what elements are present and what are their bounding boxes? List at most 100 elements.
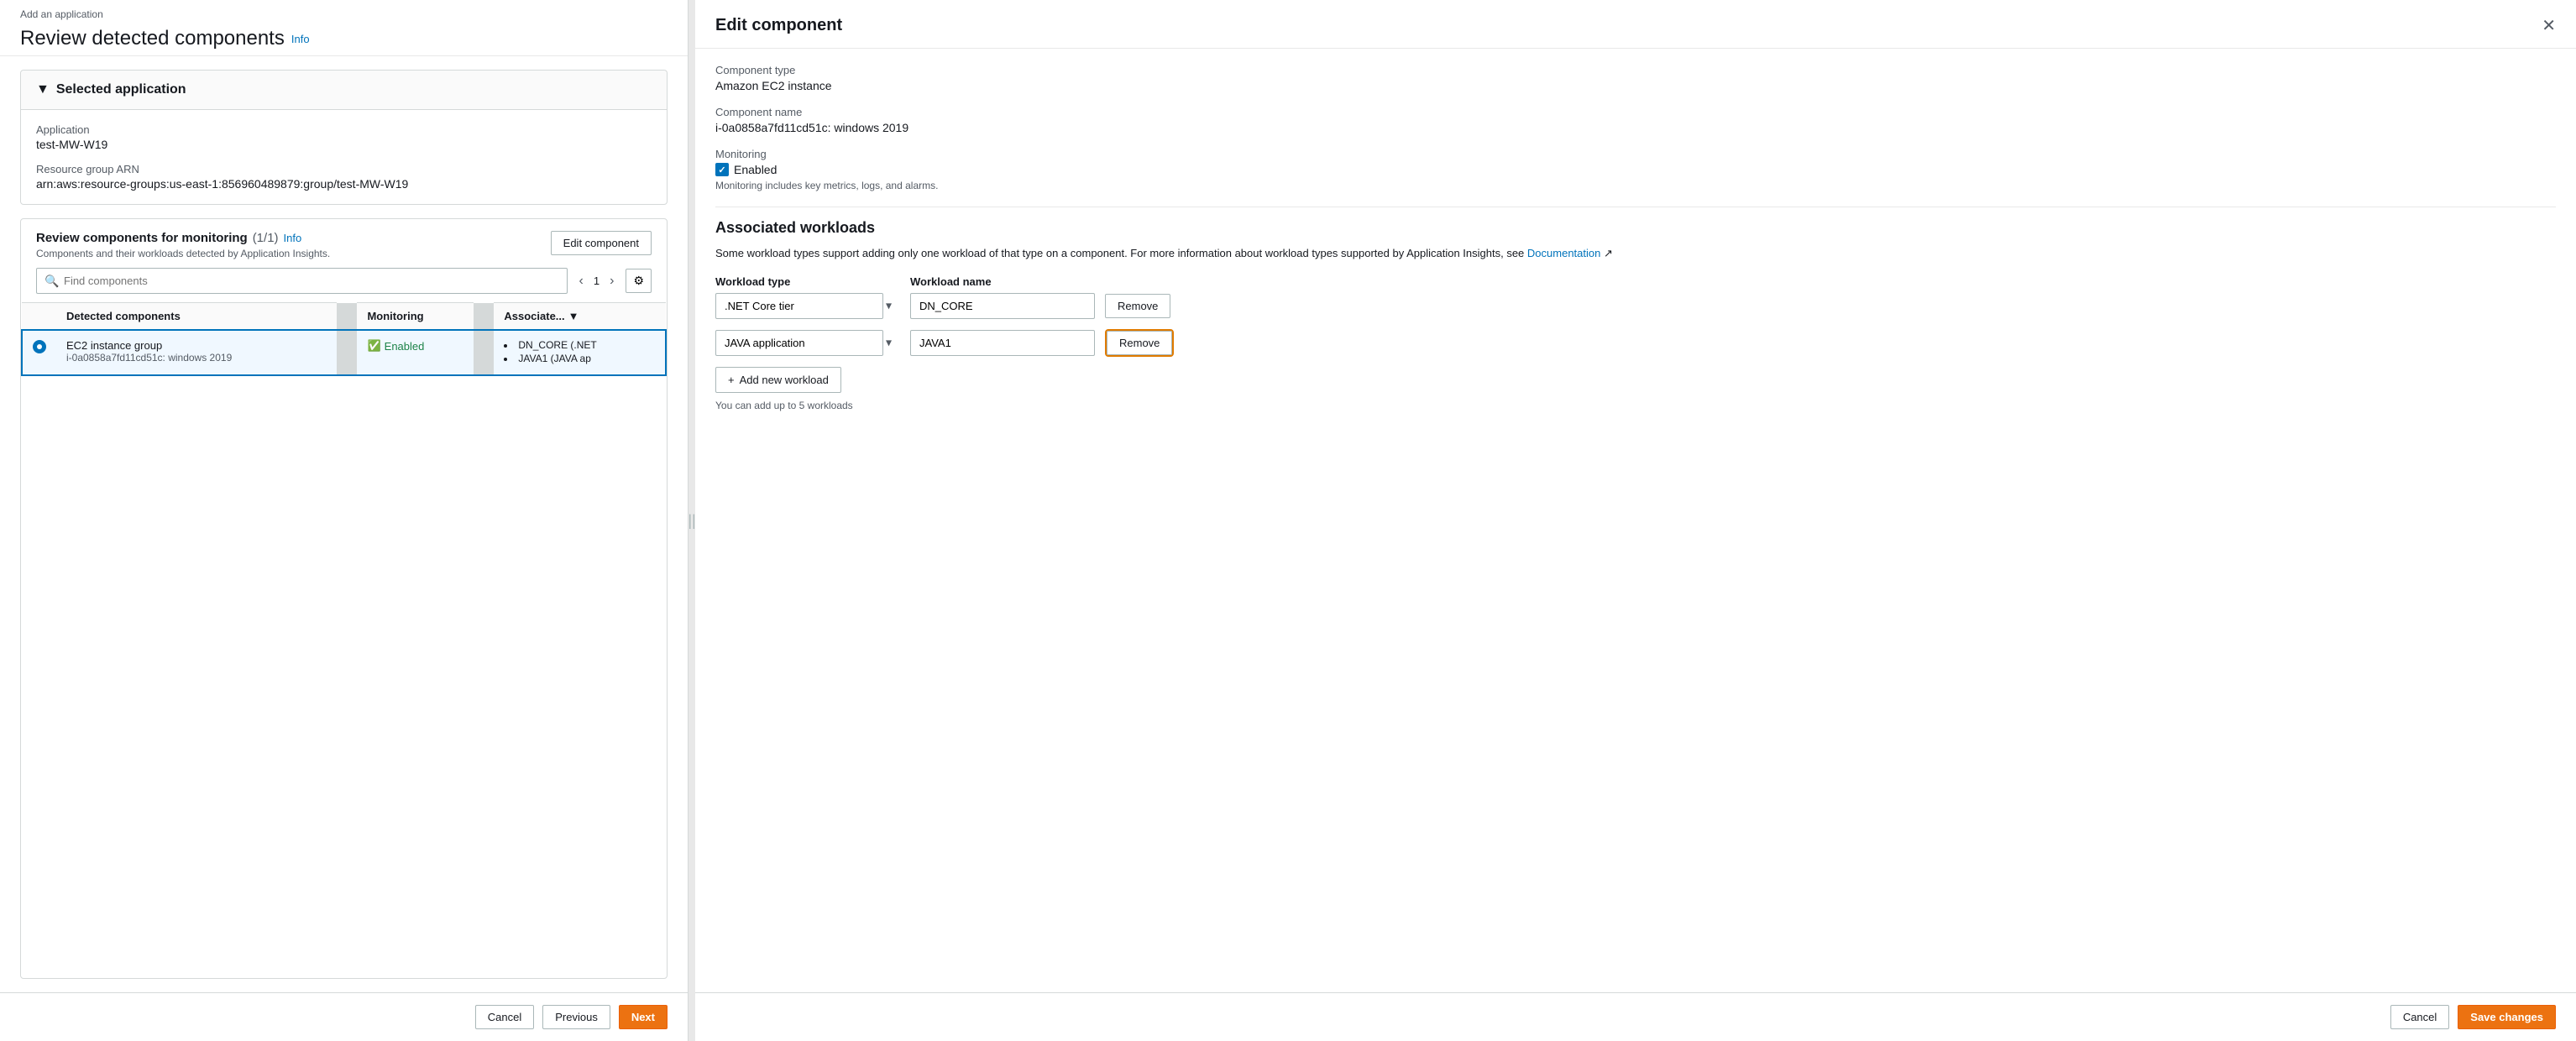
col-radio [22, 303, 56, 331]
list-item: JAVA1 (JAVA ap [504, 353, 655, 364]
right-cancel-button[interactable]: Cancel [2390, 1005, 2449, 1029]
external-link-icon: ↗ [1604, 247, 1613, 259]
workload-type-select-wrapper-2: .NET Core tier JAVA application SQL Serv… [715, 330, 900, 356]
workload-name-input-2[interactable] [910, 330, 1095, 356]
col-detected: Detected components [56, 303, 337, 331]
application-value: test-MW-W19 [36, 138, 652, 151]
component-type-label: Component type [715, 64, 2556, 76]
col-associate: Associate... ▼ [494, 303, 666, 331]
right-panel: Edit component ✕ Component type Amazon E… [695, 0, 2576, 1041]
workload-type-select-wrapper-1: .NET Core tier JAVA application SQL Serv… [715, 293, 900, 319]
left-panel: Add an application Review detected compo… [0, 0, 689, 1041]
add-icon: + [728, 374, 735, 386]
workloads-list: DN_CORE (.NET JAVA1 (JAVA ap [504, 339, 655, 364]
row-monitoring-cell: ✅ Enabled [357, 330, 474, 375]
workload-col-headers: Workload type Workload name [715, 275, 2556, 288]
settings-button[interactable]: ⚙ [626, 269, 652, 293]
table-row[interactable]: EC2 instance group i-0a0858a7fd11cd51c: … [22, 330, 666, 375]
review-count: (1/1) [253, 231, 279, 245]
monitoring-status: ✅ Enabled [367, 339, 463, 353]
selected-application-title: Selected application [56, 82, 186, 97]
cancel-button[interactable]: Cancel [475, 1005, 534, 1029]
remove-workload-button-1[interactable]: Remove [1105, 294, 1170, 318]
right-panel-header: Edit component ✕ [695, 0, 2576, 49]
associated-workloads-title: Associated workloads [715, 219, 2556, 237]
save-changes-button[interactable]: Save changes [2458, 1005, 2556, 1029]
right-panel-title: Edit component [715, 16, 842, 35]
review-subtitle: Components and their workloads detected … [36, 248, 330, 259]
page-title: Review detected components Info [20, 27, 668, 50]
row-divider-2 [474, 330, 494, 375]
workload-row-1: .NET Core tier JAVA application SQL Serv… [715, 293, 2556, 319]
check-circle-icon: ✅ [367, 339, 380, 353]
page-title-text: Review detected components [20, 27, 285, 50]
row-radio-cell[interactable] [22, 330, 56, 375]
col-monitoring: Monitoring [357, 303, 474, 331]
application-label: Application [36, 123, 652, 136]
remove-workload-button-2-wrapper: Remove [1105, 329, 1174, 357]
search-bar-row: 🔍 ‹ 1 › ⚙ [21, 268, 667, 302]
close-button[interactable]: ✕ [2542, 15, 2556, 36]
row-component-cell: EC2 instance group i-0a0858a7fd11cd51c: … [56, 330, 337, 375]
workload-type-col-header: Workload type [715, 275, 900, 288]
radio-dot [33, 340, 46, 353]
workload-name-input-1[interactable] [910, 293, 1095, 319]
review-title-text: Review components for monitoring [36, 231, 248, 245]
monitoring-enabled-label: Enabled [734, 163, 777, 176]
collapse-icon[interactable]: ▼ [36, 82, 50, 97]
pagination-next-button[interactable]: › [605, 272, 619, 290]
resource-group-arn-label: Resource group ARN [36, 163, 652, 175]
divider-col-1 [337, 303, 357, 331]
component-type-value: Amazon EC2 instance [715, 79, 2556, 92]
monitoring-section-label: Monitoring [715, 148, 2556, 160]
next-button[interactable]: Next [619, 1005, 668, 1029]
component-detail: i-0a0858a7fd11cd51c: windows 2019 [66, 352, 327, 364]
selected-application-body: Application test-MW-W19 Resource group A… [21, 110, 667, 204]
right-panel-body: Component type Amazon EC2 instance Compo… [695, 49, 2576, 992]
list-item: DN_CORE (.NET [504, 339, 655, 351]
remove-workload-button-2[interactable]: Remove [1107, 331, 1172, 355]
right-panel-footer: Cancel Save changes [695, 992, 2576, 1041]
bottom-actions: Cancel Previous Next [0, 992, 688, 1041]
associate-dropdown-icon: ▼ [568, 310, 579, 322]
review-header-left: Review components for monitoring (1/1) I… [36, 231, 330, 259]
add-workload-button[interactable]: + Add new workload [715, 367, 841, 393]
previous-button[interactable]: Previous [542, 1005, 610, 1029]
workloads-limit-note: You can add up to 5 workloads [715, 400, 2556, 411]
component-name: EC2 instance group [66, 339, 327, 352]
edit-component-button[interactable]: Edit component [551, 231, 652, 255]
divider-col-2 [474, 303, 494, 331]
search-icon: 🔍 [45, 274, 59, 288]
component-name-value: i-0a0858a7fd11cd51c: windows 2019 [715, 121, 2556, 134]
info-link[interactable]: Info [291, 33, 310, 45]
monitoring-checkbox[interactable] [715, 163, 729, 176]
pagination-number: 1 [594, 275, 599, 287]
review-title: Review components for monitoring (1/1) I… [36, 231, 330, 245]
breadcrumb: Add an application [20, 8, 668, 20]
pagination-prev-button[interactable]: ‹ [574, 272, 589, 290]
search-wrapper: 🔍 [36, 268, 568, 294]
selected-application-header: ▼ Selected application [21, 71, 667, 110]
component-name-label: Component name [715, 106, 2556, 118]
row-workloads-cell: DN_CORE (.NET JAVA1 (JAVA ap [494, 330, 666, 375]
components-table: Detected components Monitoring Associate… [21, 302, 667, 376]
workload-name-col-header: Workload name [910, 275, 1095, 288]
review-components-header: Review components for monitoring (1/1) I… [21, 219, 667, 268]
workloads-description: Some workload types support adding only … [715, 245, 2556, 262]
resource-group-arn-value: arn:aws:resource-groups:us-east-1:856960… [36, 177, 652, 191]
documentation-link[interactable]: Documentation [1527, 247, 1600, 259]
workload-type-select-2[interactable]: .NET Core tier JAVA application SQL Serv… [715, 330, 883, 356]
monitoring-note: Monitoring includes key metrics, logs, a… [715, 180, 2556, 191]
workload-row-2: .NET Core tier JAVA application SQL Serv… [715, 329, 2556, 357]
selected-application-card: ▼ Selected application Application test-… [20, 70, 668, 205]
review-info-link[interactable]: Info [284, 232, 302, 244]
row-divider-1 [337, 330, 357, 375]
panel-resizer[interactable]: || [689, 0, 695, 1041]
page-header: Add an application Review detected compo… [0, 0, 688, 56]
search-input[interactable] [36, 268, 568, 294]
monitoring-row: Enabled [715, 163, 2556, 176]
pagination-controls: ‹ 1 › [574, 272, 620, 290]
workload-type-select-1[interactable]: .NET Core tier JAVA application SQL Serv… [715, 293, 883, 319]
monitoring-status-text: Enabled [385, 340, 425, 353]
review-components-section: Review components for monitoring (1/1) I… [20, 218, 668, 979]
